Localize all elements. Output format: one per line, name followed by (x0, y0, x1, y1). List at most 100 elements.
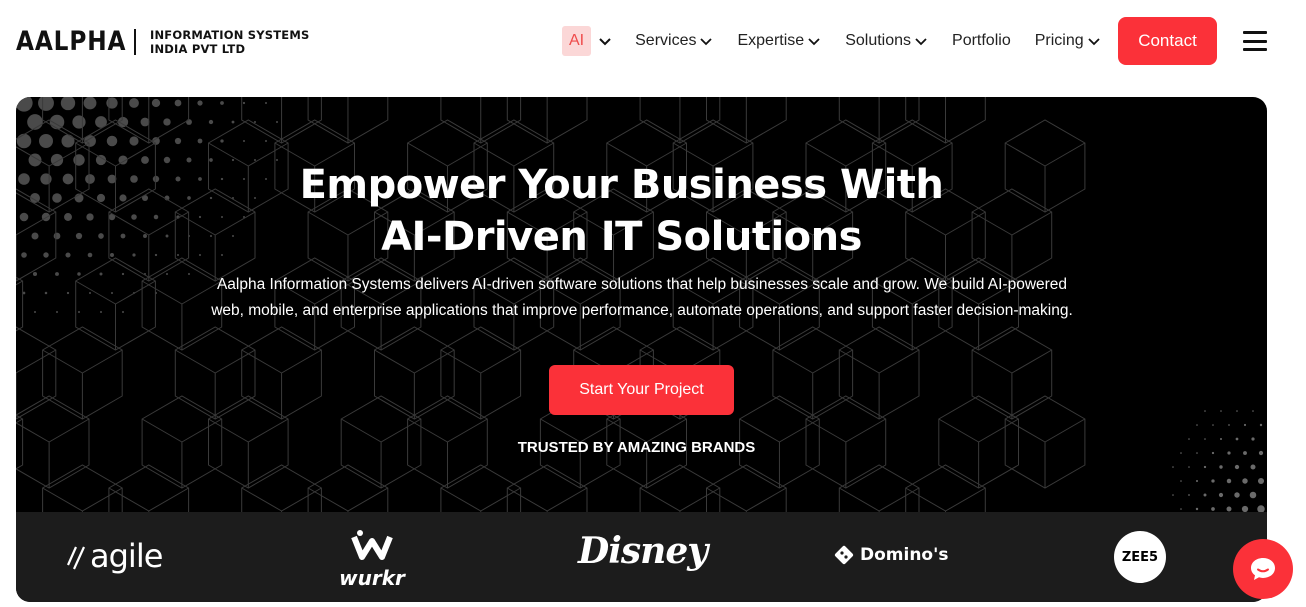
pattern-cube-edges (42, 349, 123, 419)
pattern-dot (1234, 464, 1240, 470)
brands-strip: agile wurkr Disney Domino's ZEE5 (16, 512, 1267, 602)
dot-pattern-bottom-right (1172, 410, 1265, 513)
pattern-dot (1219, 465, 1223, 469)
pattern-dot (242, 101, 246, 105)
pattern-cube-edges (745, 97, 748, 143)
pattern-dot (1211, 507, 1215, 511)
pattern-cube-edges (175, 349, 256, 419)
nav-item-services[interactable]: Services (635, 32, 713, 50)
pattern-dot (99, 272, 103, 276)
start-project-button[interactable]: Start Your Project (549, 365, 734, 415)
pattern-cube-edges (944, 97, 947, 143)
pattern-dot (1250, 464, 1256, 470)
nav-item-pricing-label: Pricing (1034, 32, 1084, 49)
pattern-dot (1228, 424, 1230, 426)
site-header: AALPHA INFORMATION SYSTEMS INDIA PVT LTD… (0, 0, 1306, 88)
wurkr-w-icon (351, 530, 393, 560)
dominos-logo: Domino's (834, 545, 948, 565)
logo-subtitle-line2: INDIA PVT LTD (150, 41, 246, 56)
pattern-dot (77, 272, 81, 276)
pattern-dot (55, 272, 59, 276)
hero-title-line2: AI-Driven IT Solutions (381, 214, 862, 260)
hero-section: Empower Your Business With AI-Driven IT … (16, 97, 1267, 602)
contact-button[interactable]: Contact (1118, 17, 1217, 65)
trusted-brands-heading: TRUSTED BY AMAZING BRANDS (517, 439, 756, 456)
hamburger-bar (1243, 31, 1267, 34)
company-logo[interactable]: AALPHA INFORMATION SYSTEMS INDIA PVT LTD (16, 26, 310, 57)
pattern-dot (66, 291, 70, 295)
pattern-dot (220, 139, 224, 143)
nav-item-solutions-label: Solutions (845, 32, 912, 49)
logo-subtitle-line1: INFORMATION SYSTEMS (150, 27, 310, 42)
pattern-dot (197, 100, 203, 106)
pattern-dot (38, 97, 54, 111)
pattern-dot (1180, 508, 1182, 510)
pattern-dot (243, 140, 245, 142)
chevron-down-icon (700, 38, 713, 46)
wurkr-logo: wurkr (338, 529, 406, 590)
pattern-dot (60, 97, 76, 111)
pattern-dot (16, 97, 33, 112)
nav-item-expertise[interactable]: Expertise (737, 32, 821, 50)
nav-item-portfolio[interactable]: Portfolio (952, 32, 1011, 50)
pattern-cube-edges (141, 280, 222, 350)
pattern-dot (1212, 424, 1214, 426)
pattern-dot (1188, 466, 1190, 468)
pattern-dot (1226, 506, 1232, 512)
hero-description: Aalpha Information Systems delivers AI-d… (211, 276, 1073, 319)
pattern-dot (61, 134, 75, 148)
chevron-down-icon (915, 38, 927, 46)
pattern-dot (27, 114, 43, 130)
pattern-dot (56, 311, 58, 313)
nav-item-ai-label: AI (562, 26, 592, 56)
pattern-dot (1172, 494, 1174, 496)
nav-item-expertise-label: Expertise (737, 32, 805, 49)
pattern-dot (1236, 410, 1238, 412)
pattern-dot (16, 133, 32, 149)
pattern-dot (121, 272, 125, 276)
pattern-dot (34, 311, 36, 313)
pattern-dot (1211, 479, 1215, 483)
pattern-dot (44, 291, 48, 295)
pattern-dot (32, 271, 38, 277)
chevron-down-icon (599, 38, 611, 46)
zee5-wordmark: ZEE5 (1121, 549, 1159, 565)
nav-item-ai[interactable]: AI (562, 26, 613, 56)
chevron-down-icon (808, 38, 820, 46)
pattern-dot (106, 135, 118, 147)
nav-item-services-label: Services (635, 32, 697, 49)
pattern-cube-edges (546, 97, 549, 143)
pattern-dot (1257, 477, 1265, 485)
pattern-dot (1242, 478, 1248, 484)
pattern-dot (1195, 507, 1199, 511)
pattern-dot (1226, 478, 1232, 484)
pattern-dot (220, 101, 224, 105)
pattern-dot (197, 138, 203, 144)
pattern-cube-edges (241, 349, 322, 419)
pattern-dot (39, 134, 53, 148)
pattern-hexagon (16, 326, 57, 420)
hamburger-icon[interactable] (1243, 31, 1267, 51)
hero-title-line1: Empower Your Business With (299, 162, 944, 208)
pattern-dot (1243, 423, 1247, 427)
nav-item-pricing[interactable]: Pricing (1035, 32, 1101, 50)
agile-wordmark: agile (90, 537, 163, 575)
pattern-cube-edges (16, 280, 23, 286)
pattern-dot (174, 137, 182, 145)
nav-item-solutions[interactable]: Solutions (845, 32, 928, 50)
pattern-dot (1172, 466, 1174, 468)
zee5-logo: ZEE5 (1114, 531, 1166, 583)
pattern-cube-edges (772, 349, 853, 419)
chat-widget-button[interactable] (1233, 539, 1293, 599)
pattern-cube-edges (75, 280, 156, 350)
logo-subtitle: INFORMATION SYSTEMS INDIA PVT LTD (150, 28, 310, 56)
pattern-dot (89, 292, 91, 294)
pattern-cube-edges (878, 97, 881, 143)
pattern-dot (1195, 479, 1199, 483)
pattern-dot (1220, 410, 1222, 412)
pattern-dot (188, 273, 190, 275)
agile-logo: agile (64, 537, 163, 575)
pattern-dot (163, 118, 171, 126)
hamburger-bar (1243, 48, 1267, 51)
pattern-dot (1218, 492, 1224, 498)
